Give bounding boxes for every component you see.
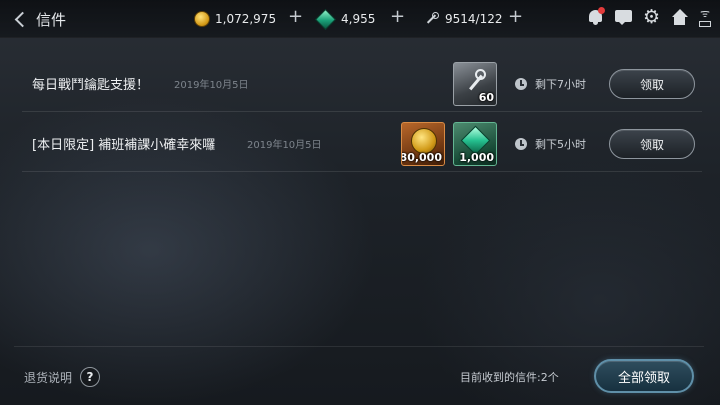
reward-qty: 1,000: [459, 151, 494, 164]
gem-counter: 4,955 +: [314, 6, 405, 30]
refund-label: 退货说明: [24, 370, 73, 385]
mail-row: 每日戰鬥鑰匙支援！ 2019年10月5日 60 剩下7小时 领取: [22, 56, 702, 112]
gear-icon[interactable]: ⚙: [642, 8, 661, 27]
add-gem-button[interactable]: +: [390, 6, 405, 27]
claim-button[interactable]: 领取: [609, 129, 695, 159]
top-right-icons: ⚙ ᯤ: [586, 7, 712, 27]
gold-coin-icon: [194, 11, 210, 27]
mail-date: 2019年10月5日: [174, 80, 249, 91]
chevron-left-icon: [14, 11, 31, 27]
key-counter: 9514/122 +: [424, 6, 523, 29]
gold-value: 1,072,975: [215, 12, 277, 26]
bell-icon[interactable]: [586, 7, 605, 27]
help-icon[interactable]: ?: [80, 367, 101, 387]
back-button[interactable]: 信件: [12, 8, 82, 30]
add-key-button[interactable]: +: [508, 6, 523, 27]
divider: [14, 346, 704, 347]
reward-item[interactable]: 80,000: [401, 122, 445, 166]
reward-item[interactable]: 60: [453, 62, 497, 106]
remaining-time: 剩下5小时: [515, 136, 586, 152]
remaining-text: 剩下7小时: [535, 78, 586, 91]
reward-qty: 60: [478, 91, 494, 104]
reward-qty: 80,000: [401, 151, 442, 164]
gem-value: 4,955: [341, 12, 376, 26]
mail-date: 2019年10月5日: [247, 140, 322, 151]
key-value: 9514/122: [445, 12, 503, 26]
home-icon[interactable]: [670, 8, 689, 27]
mail-row: [本日限定] 補班補課小確幸來囉 2019年10月5日 80,000 1,000…: [22, 116, 702, 172]
mail-count: 目前收到的信件:2个: [460, 371, 559, 384]
refund-info[interactable]: 退货说明 ?: [24, 367, 101, 387]
clock-icon: [515, 78, 527, 90]
clock-icon: [515, 138, 527, 150]
key-icon: [465, 69, 487, 93]
key-icon: [424, 11, 440, 27]
chat-icon[interactable]: [614, 8, 633, 27]
reward-item[interactable]: 1,000: [453, 122, 497, 166]
gold-counter: 1,072,975 +: [194, 6, 303, 29]
add-gold-button[interactable]: +: [288, 6, 303, 27]
notification-dot: [598, 7, 605, 14]
remaining-time: 剩下7小时: [515, 76, 586, 92]
green-gem-icon: [314, 8, 337, 30]
wifi-battery-icon: ᯤ: [698, 8, 712, 27]
mail-subject: 每日戰鬥鑰匙支援！: [32, 78, 150, 93]
claim-button[interactable]: 领取: [609, 69, 695, 99]
claim-all-button[interactable]: 全部领取: [594, 359, 694, 393]
remaining-text: 剩下5小时: [535, 138, 586, 151]
top-bar: 信件 1,072,975 + 4,955 + 9514/122 + ⚙ ᯤ: [0, 0, 720, 38]
mail-subject: [本日限定] 補班補課小確幸來囉: [32, 138, 216, 153]
page-title: 信件: [36, 10, 67, 29]
